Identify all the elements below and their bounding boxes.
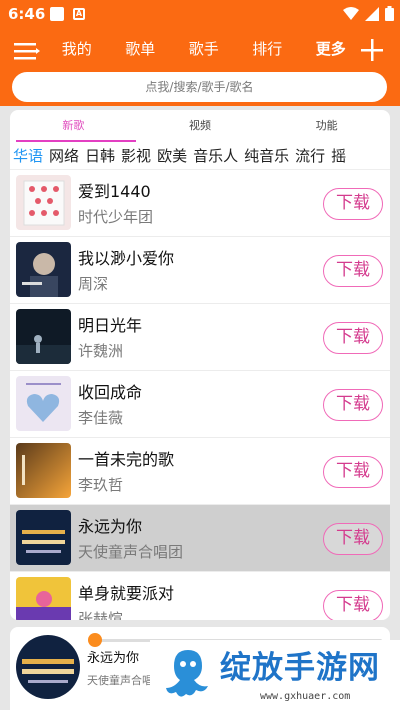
album-cover bbox=[16, 309, 71, 364]
song-title: 收回成命 bbox=[78, 383, 143, 402]
album-cover bbox=[16, 376, 71, 431]
player-album-cover[interactable] bbox=[16, 635, 80, 699]
download-button[interactable]: 下载 bbox=[323, 590, 383, 620]
nav-singers[interactable]: 歌手 bbox=[172, 38, 236, 60]
signal-icon bbox=[365, 6, 379, 21]
song-title: 我以渺小爱你 bbox=[78, 249, 175, 268]
content-card: 新歌 视频 功能 华语 网络 日韩 影视 欧美 音乐人 纯音乐 流行 摇 爱到1… bbox=[10, 110, 390, 620]
status-bar: 6:46 A bbox=[0, 0, 400, 30]
octopus-logo-icon bbox=[166, 650, 208, 697]
song-row[interactable]: 收回成命 李佳薇 下载 bbox=[10, 371, 390, 438]
nav-more[interactable]: 更多 bbox=[299, 38, 363, 60]
category-bar: 华语 网络 日韩 影视 欧美 音乐人 纯音乐 流行 摇 bbox=[10, 144, 390, 170]
category-jpkr[interactable]: 日韩 bbox=[82, 144, 118, 169]
tab-videos[interactable]: 视频 bbox=[137, 110, 264, 144]
song-list: 爱到1440 时代少年团 下载 我以渺小爱你 周深 下载 明日光年 许魏洲 下载 bbox=[10, 170, 390, 620]
tab-new-songs[interactable]: 新歌 bbox=[10, 110, 137, 144]
category-internet[interactable]: 网络 bbox=[46, 144, 82, 169]
song-artist: 李玖哲 bbox=[78, 476, 124, 494]
category-western[interactable]: 欧美 bbox=[154, 144, 190, 169]
tab-functions[interactable]: 功能 bbox=[263, 110, 390, 144]
song-row[interactable]: 单身就要派对 张赫愃 下载 bbox=[10, 572, 390, 620]
album-cover bbox=[16, 577, 71, 620]
progress-thumb[interactable] bbox=[88, 633, 102, 647]
album-cover bbox=[16, 175, 71, 230]
song-title: 永远为你 bbox=[78, 517, 143, 536]
song-artist: 张赫愃 bbox=[78, 610, 124, 620]
top-nav: 我的 歌单 歌手 排行 更多 bbox=[45, 38, 363, 60]
category-musician[interactable]: 音乐人 bbox=[190, 144, 241, 169]
download-button[interactable]: 下载 bbox=[323, 255, 383, 287]
category-pop[interactable]: 流行 bbox=[292, 144, 328, 169]
category-rock[interactable]: 摇 bbox=[328, 144, 349, 169]
category-pure-music[interactable]: 纯音乐 bbox=[241, 144, 292, 169]
song-title: 单身就要派对 bbox=[78, 584, 175, 603]
song-row[interactable]: 我以渺小爱你 周深 下载 bbox=[10, 237, 390, 304]
menu-icon[interactable] bbox=[14, 40, 40, 62]
wifi-icon bbox=[343, 6, 359, 20]
app-notification-icon: A bbox=[73, 8, 85, 20]
category-film[interactable]: 影视 bbox=[118, 144, 154, 169]
song-row[interactable]: 爱到1440 时代少年团 下载 bbox=[10, 170, 390, 237]
battery-icon bbox=[385, 6, 394, 21]
watermark-title: 绽放手游网 bbox=[220, 650, 380, 686]
song-artist: 时代少年团 bbox=[78, 208, 154, 226]
status-time: 6:46 bbox=[8, 5, 46, 23]
song-artist: 许魏洲 bbox=[78, 342, 124, 360]
song-row-selected[interactable]: 永远为你 天使童声合唱团 下载 bbox=[10, 505, 390, 572]
song-artist: 周深 bbox=[78, 275, 109, 293]
active-tab-indicator bbox=[16, 140, 136, 142]
download-button[interactable]: 下载 bbox=[323, 456, 383, 488]
nav-mine[interactable]: 我的 bbox=[45, 38, 109, 60]
song-title: 一首未完的歌 bbox=[78, 450, 175, 469]
song-artist: 李佳薇 bbox=[78, 409, 124, 427]
song-title: 爱到1440 bbox=[78, 182, 151, 201]
song-title: 明日光年 bbox=[78, 316, 143, 335]
notification-icon bbox=[50, 7, 64, 21]
album-cover bbox=[16, 510, 71, 565]
album-cover bbox=[16, 443, 71, 498]
album-cover bbox=[16, 242, 71, 297]
download-button[interactable]: 下载 bbox=[323, 389, 383, 421]
download-button[interactable]: 下载 bbox=[323, 188, 383, 220]
search-input[interactable]: 点我/搜索/歌手/歌名 bbox=[12, 72, 387, 102]
category-chinese[interactable]: 华语 bbox=[10, 144, 46, 169]
player-song-title: 永远为你 bbox=[87, 651, 140, 666]
plus-icon[interactable] bbox=[360, 38, 384, 62]
nav-rankings[interactable]: 排行 bbox=[236, 38, 300, 60]
song-row[interactable]: 明日光年 许魏洲 下载 bbox=[10, 304, 390, 371]
watermark: 绽放手游网 www.gxhuaer.com bbox=[150, 640, 400, 710]
nav-playlists[interactable]: 歌单 bbox=[109, 38, 173, 60]
download-button[interactable]: 下载 bbox=[323, 322, 383, 354]
content-tabs: 新歌 视频 功能 bbox=[10, 110, 390, 144]
song-artist: 天使童声合唱团 bbox=[78, 543, 184, 561]
app-bar: 我的 歌单 歌手 排行 更多 点我/搜索/歌手/歌名 bbox=[0, 30, 400, 106]
song-row[interactable]: 一首未完的歌 李玖哲 下载 bbox=[10, 438, 390, 505]
watermark-url: www.gxhuaer.com bbox=[260, 691, 351, 702]
player-artist: 天使童声合唱团 bbox=[87, 674, 157, 687]
download-button[interactable]: 下载 bbox=[323, 523, 383, 555]
